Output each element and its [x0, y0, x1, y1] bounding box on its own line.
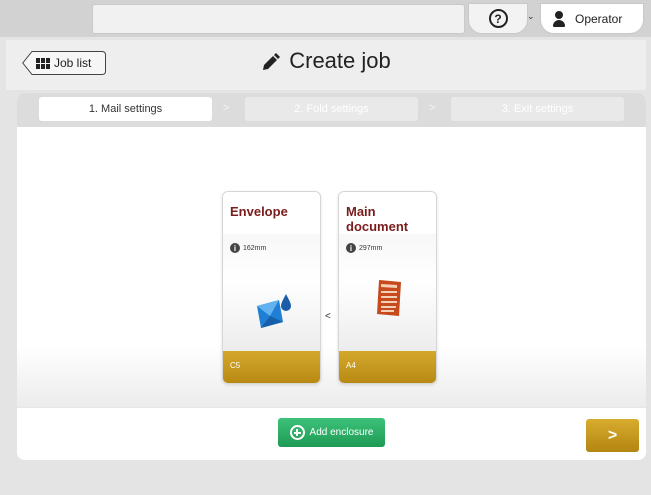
card-title: Main document — [346, 204, 409, 234]
envelope-card[interactable]: Envelope i 162mm C5 — [222, 191, 321, 384]
next-button[interactable]: > — [586, 419, 639, 452]
step-separator-icon: > — [429, 102, 436, 114]
help-button[interactable]: ? — [468, 3, 528, 34]
card-format: C5 — [223, 351, 320, 383]
job-list-button[interactable]: Job list — [22, 51, 106, 75]
card-title: Envelope — [230, 204, 288, 219]
card-size: 297mm — [359, 244, 383, 252]
info-icon: i — [230, 243, 240, 253]
add-enclosure-button[interactable]: Add enclosure — [278, 418, 385, 447]
help-icon: ? — [488, 9, 508, 28]
top-bar: ? ⌄ Operator — [0, 0, 651, 37]
chevron-left-icon[interactable]: < — [325, 311, 331, 322]
main-document-card[interactable]: Main document i 297mm A4 — [338, 191, 437, 384]
card-info: i 297mm — [346, 243, 382, 253]
user-menu-button[interactable]: Operator — [540, 3, 644, 34]
page-title-text: Create job — [289, 48, 391, 73]
step-bar: 1. Mail settings > 2. Fold settings > 3.… — [17, 93, 646, 127]
add-enclosure-label: Add enclosure — [309, 427, 374, 438]
mail-settings-content: Envelope i 162mm C5 < Main document i 29… — [17, 127, 646, 407]
create-job-panel: 1. Mail settings > 2. Fold settings > 3.… — [17, 93, 646, 460]
step-separator-icon: > — [223, 102, 230, 114]
page-header: Create job Job list — [6, 40, 646, 90]
plus-circle-icon — [289, 425, 305, 440]
document-icon — [377, 280, 401, 316]
card-size: 162mm — [243, 244, 267, 252]
step-fold-settings[interactable]: 2. Fold settings — [245, 97, 418, 121]
card-format: A4 — [339, 351, 436, 383]
top-status-field — [92, 4, 465, 34]
user-icon — [553, 10, 565, 27]
job-list-label: Job list — [54, 56, 92, 70]
step-mail-settings[interactable]: 1. Mail settings — [39, 97, 212, 121]
step-exit-settings[interactable]: 3. Exit settings — [451, 97, 624, 121]
chevron-down-icon[interactable]: ⌄ — [527, 11, 535, 22]
pencil-icon — [263, 53, 281, 70]
card-info: i 162mm — [230, 243, 266, 253]
chevron-right-icon: > — [607, 426, 618, 444]
user-name: Operator — [575, 11, 623, 26]
info-icon: i — [346, 243, 356, 253]
envelope-icon — [257, 294, 291, 328]
grid-icon — [36, 57, 50, 69]
bottom-bar: Add enclosure > — [17, 407, 646, 460]
